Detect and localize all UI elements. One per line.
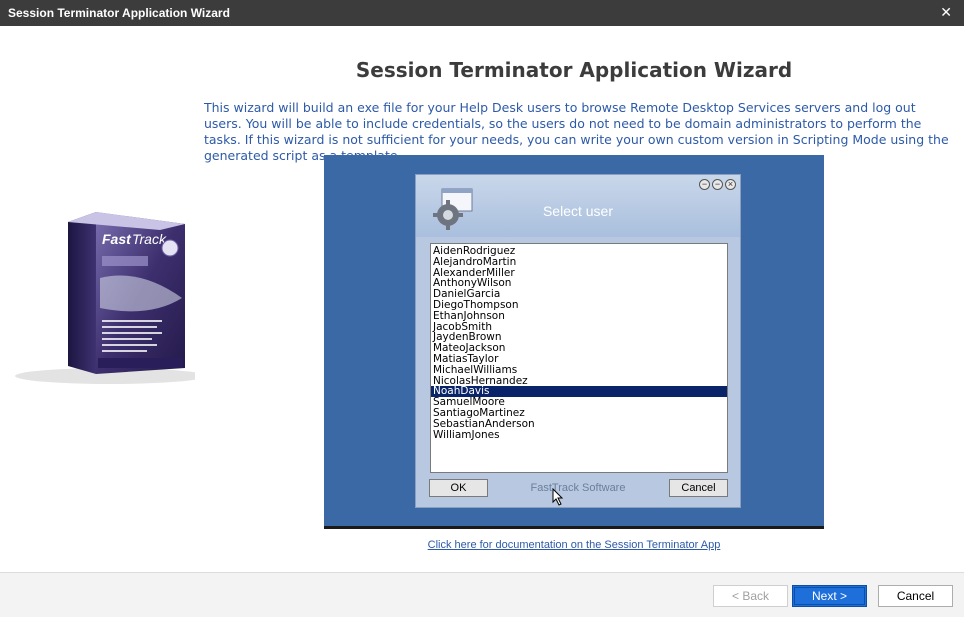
restore-icon[interactable]: −	[712, 179, 723, 190]
product-box-image: Fast Track	[15, 212, 195, 384]
user-list[interactable]: AidenRodriguez AlejandroMartin AlexanderMi…	[430, 243, 728, 473]
minimize-icon[interactable]: −	[699, 179, 710, 190]
dialog-title: Select user	[542, 203, 614, 219]
brand-label: FastTrack Software	[530, 482, 626, 494]
list-item[interactable]: EthanJohnson	[431, 310, 727, 322]
title-bar: Session Terminator Application Wizard ✕	[0, 0, 964, 26]
page-title: Session Terminator Application Wizard	[355, 58, 793, 82]
dialog-window-buttons: − − ×	[699, 179, 736, 190]
app-preview: − − × Select user AidenRodriguez Alejandr…	[324, 155, 824, 529]
ok-button[interactable]: OK	[429, 479, 488, 497]
select-user-dialog: − − × Select user AidenRodriguez Alejandr…	[415, 174, 741, 508]
list-item[interactable]: SebastianAnderson	[431, 418, 727, 430]
preview-border	[324, 526, 824, 529]
list-item[interactable]: AlejandroMartin	[431, 256, 727, 268]
wizard-footer: < Back Next > Cancel	[0, 572, 964, 617]
next-button[interactable]: Next >	[792, 585, 867, 607]
svg-text:Track: Track	[132, 231, 167, 247]
wizard-window: Session Terminator Application Wizard ✕ …	[0, 0, 964, 617]
list-item[interactable]: WilliamJones	[431, 429, 727, 441]
cancel-button[interactable]: Cancel	[878, 585, 953, 607]
documentation-link[interactable]: Click here for documentation on the Sess…	[324, 539, 824, 551]
close-icon[interactable]: ✕	[940, 4, 952, 21]
svg-text:Fast: Fast	[102, 231, 132, 247]
dialog-close-icon[interactable]: ×	[725, 179, 736, 190]
mouse-cursor-icon	[552, 488, 564, 506]
list-item[interactable]: MichaelWilliams	[431, 364, 727, 376]
back-button[interactable]: < Back	[713, 585, 788, 607]
window-title: Session Terminator Application Wizard	[8, 6, 230, 20]
dialog-cancel-button[interactable]: Cancel	[669, 479, 728, 497]
